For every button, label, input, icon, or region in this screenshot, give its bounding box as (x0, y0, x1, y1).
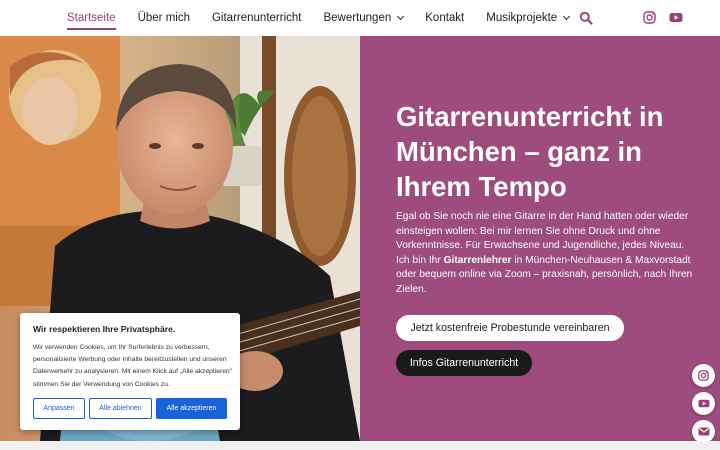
nav-item-startseite[interactable]: Startseite (67, 0, 116, 36)
hero-description: Egal ob Sie noch nie eine Gitarre in der… (396, 210, 696, 298)
cookie-text: Wir verwenden Cookies, um Ihr Surferlebn… (33, 344, 232, 388)
book-trial-button[interactable]: Jetzt kostenfreie Probestunde vereinbare… (396, 315, 624, 341)
button-label: Anpassen (43, 405, 75, 412)
chevron-down-icon (563, 12, 571, 21)
nav-label: Bewertungen (323, 12, 392, 24)
nav-item-gitarrenunterricht[interactable]: Gitarrenunterricht (212, 0, 301, 36)
hero-title-line: München – ganz in (396, 136, 642, 167)
cookie-title: Wir respektieren Ihre Privatsphäre. (33, 324, 176, 334)
cookie-consent-banner: Wir respektieren Ihre Privatsphäre. Wir … (20, 313, 240, 430)
main-nav: Startseite Über mich Gitarrenunterricht … (67, 0, 591, 36)
next-section-edge (0, 441, 720, 450)
nav-item-kontakt[interactable]: Kontakt (425, 0, 464, 36)
search-icon[interactable] (579, 11, 593, 25)
youtube-icon[interactable] (669, 11, 683, 25)
cookie-accept-button[interactable]: Alle akzeptieren (156, 398, 227, 419)
nav-label: Kontakt (425, 12, 465, 24)
email-icon (698, 427, 709, 436)
hero-title: Gitarrenunterricht in München – ganz in … (396, 99, 696, 204)
lesson-info-button[interactable]: Infos Gitarrenunterricht (396, 350, 532, 376)
floating-instagram-button[interactable] (692, 364, 715, 387)
floating-youtube-button[interactable] (692, 392, 715, 415)
youtube-icon (698, 399, 709, 408)
nav-label: Über mich (137, 12, 190, 24)
instagram-icon[interactable] (643, 11, 657, 25)
nav-item-musikprojekte[interactable]: Musikprojekte (486, 0, 571, 36)
floating-email-button[interactable] (692, 420, 715, 443)
cookie-reject-button[interactable]: Alle ablehnen (89, 398, 152, 419)
site-header: Startseite Über mich Gitarrenunterricht … (0, 0, 720, 36)
button-label: Infos Gitarrenunterricht (409, 357, 519, 369)
nav-label: Startseite (67, 12, 116, 24)
nav-item-bewertungen[interactable]: Bewertungen (323, 0, 405, 36)
button-label: Alle akzeptieren (166, 405, 217, 412)
nav-label: Musikprojekte (486, 12, 558, 24)
button-label: Alle ablehnen (99, 405, 142, 412)
hero-title-line: Gitarrenunterricht in (396, 101, 664, 132)
cookie-customize-button[interactable]: Anpassen (33, 398, 85, 419)
instagram-icon (698, 370, 709, 381)
hero-title-line: Ihrem Tempo (396, 171, 567, 202)
button-label: Jetzt kostenfreie Probestunde vereinbare… (410, 322, 610, 334)
nav-label: Gitarrenunterricht (211, 12, 302, 24)
nav-item-ueber-mich[interactable]: Über mich (138, 0, 190, 36)
chevron-down-icon (397, 12, 405, 21)
hero-text-bold: Gitarrenlehrer (443, 254, 512, 266)
